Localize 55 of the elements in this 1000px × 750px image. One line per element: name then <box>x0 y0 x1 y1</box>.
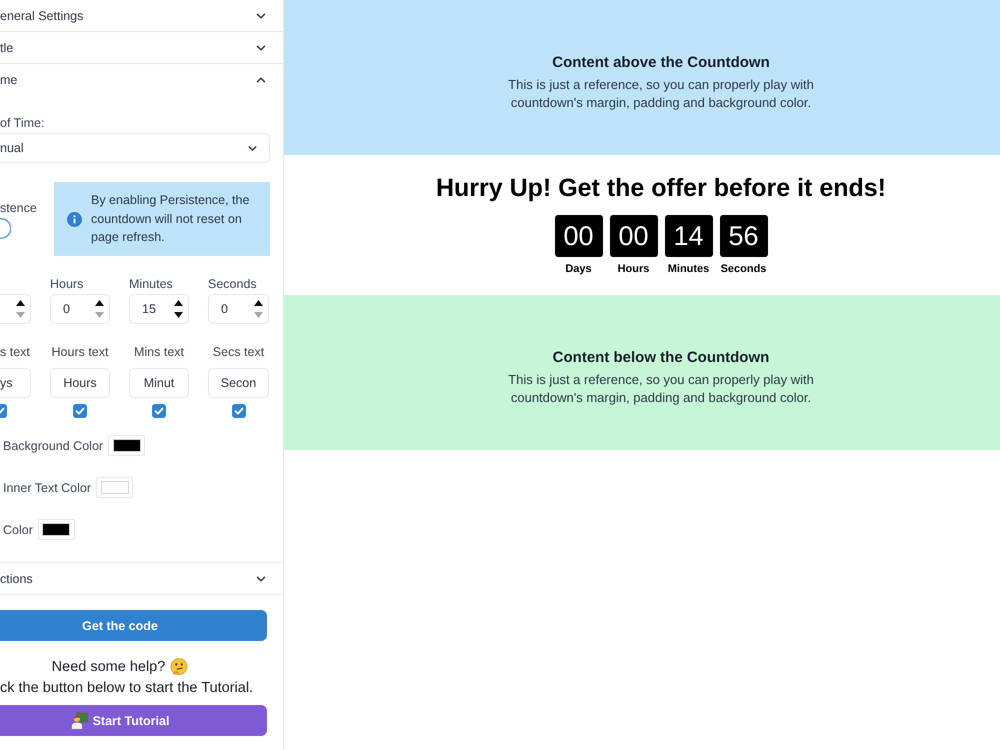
unit-label: Hours <box>618 263 650 276</box>
color-picker[interactable] <box>96 477 134 498</box>
field-label: Mins text <box>134 344 184 360</box>
field-label: Seconds <box>208 276 258 292</box>
countdown-heading: Hurry Up! Get the offer before it ends! <box>436 173 886 203</box>
start-tutorial-button[interactable]: Start Tutorial <box>0 705 267 736</box>
field-label: s text <box>0 344 31 360</box>
time-value: 56 <box>720 215 768 257</box>
field-label: Minutes <box>129 276 174 292</box>
color-picker[interactable] <box>38 519 75 540</box>
unit-label: Days <box>565 263 592 276</box>
checkbox[interactable] <box>152 404 166 418</box>
field-label: Background Color <box>2 438 104 452</box>
field-label: Secs text <box>212 344 264 360</box>
unit-label: Minutes <box>668 263 710 276</box>
section-title: Content below the Countdown <box>552 348 770 368</box>
section-title: Content above the Countdown <box>552 53 770 73</box>
help-text: ck the button below to start the Tutorial. <box>0 679 254 698</box>
field-label: Hours text <box>52 344 108 360</box>
checkbox[interactable] <box>0 404 7 418</box>
toggle-switch[interactable] <box>0 218 11 239</box>
number-field[interactable]: 0 <box>208 294 269 324</box>
field-label: Inner Text Color <box>2 480 92 494</box>
checkbox[interactable] <box>73 404 87 418</box>
get-code-button[interactable]: Get the code <box>0 610 267 641</box>
info-icon <box>67 212 82 226</box>
time-value: 00 <box>554 215 602 257</box>
text-field[interactable]: ys <box>0 368 31 398</box>
thinking-face-icon <box>170 658 188 676</box>
checkbox[interactable] <box>232 404 246 418</box>
text-field[interactable]: Minut <box>129 368 189 398</box>
up-arrow-icon[interactable] <box>16 300 24 306</box>
time-value: 00 <box>610 215 658 257</box>
up-arrow-icon[interactable] <box>94 300 104 306</box>
text-field[interactable]: Secon <box>208 368 269 398</box>
teacher-icon <box>70 712 88 729</box>
color-picker[interactable] <box>108 435 146 456</box>
number-field[interactable]: 15 <box>129 294 189 324</box>
select-field[interactable]: nual <box>0 133 270 163</box>
field-label: of Time: <box>0 115 46 131</box>
section-text: This is just a reference, so you can properly play with countdown's margin, padding and background color. <box>508 371 814 407</box>
unit-label: Seconds <box>720 263 766 276</box>
section-text: This is just a reference, so you can properly play with countdown's margin, padding and background color. <box>508 76 814 112</box>
number-field[interactable]: 0 <box>50 294 110 324</box>
up-arrow-icon[interactable] <box>174 300 182 306</box>
info-text: By enabling Persistence, the countdown will not reset on page refresh. <box>91 192 250 246</box>
time-value: 14 <box>664 215 712 257</box>
help-heading: Need some help? <box>52 659 166 675</box>
down-arrow-icon[interactable] <box>174 312 182 318</box>
field-label: stence <box>0 200 37 216</box>
number-field[interactable] <box>0 294 31 324</box>
text-field[interactable]: Hours <box>50 368 110 398</box>
field-label: Hours <box>50 276 84 292</box>
field-label: Color <box>2 522 33 536</box>
up-arrow-icon[interactable] <box>254 300 262 306</box>
